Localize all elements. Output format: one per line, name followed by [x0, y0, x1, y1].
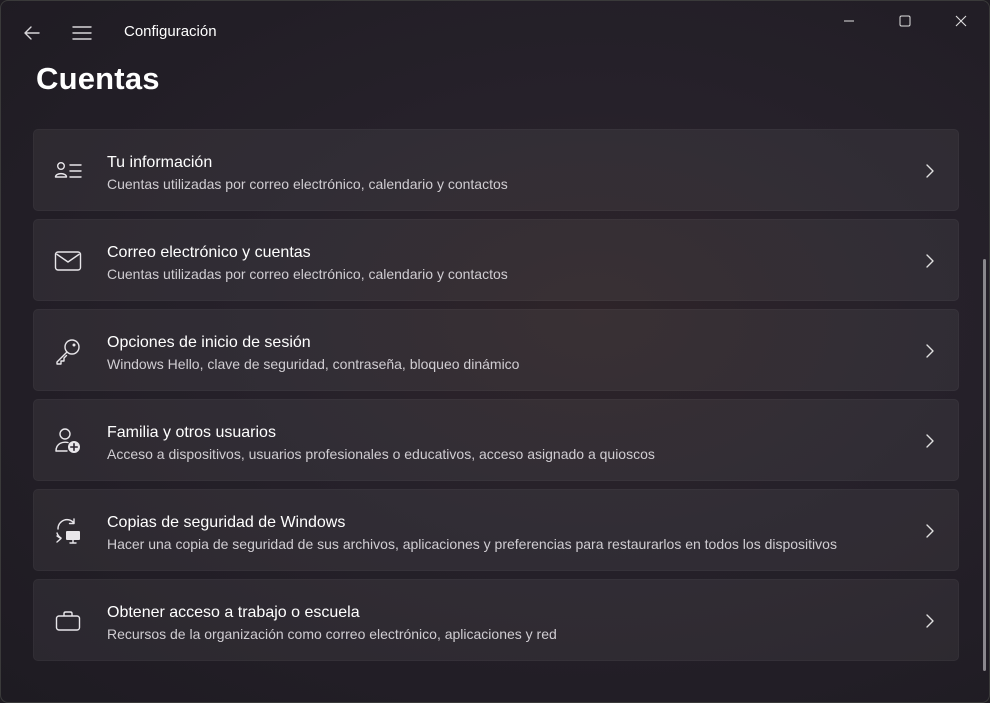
settings-item-title: Familia y otros usuarios [107, 424, 276, 441]
user-info-icon [54, 157, 82, 185]
maximize-icon [899, 15, 911, 27]
settings-item-title: Copias de seguridad de Windows [107, 514, 346, 531]
settings-item-description: Windows Hello, clave de seguridad, contr… [107, 356, 520, 372]
settings-item-correo-electronico[interactable]: Correo electrónico y cuentas Cuentas uti… [33, 219, 959, 301]
settings-window: Configuración Cuentas Tu información Cue… [0, 0, 990, 703]
close-button[interactable] [933, 1, 989, 41]
briefcase-icon [54, 607, 82, 635]
settings-item-copias-seguridad[interactable]: Copias de seguridad de Windows Hacer una… [33, 489, 959, 571]
chevron-right-icon [922, 252, 938, 270]
add-person-icon [54, 427, 82, 455]
settings-item-description: Acceso a dispositivos, usuarios profesio… [107, 446, 655, 462]
chevron-right-icon [922, 342, 938, 360]
settings-item-inicio-sesion[interactable]: Opciones de inicio de sesión Windows Hel… [33, 309, 959, 391]
settings-item-description: Recursos de la organización como correo … [107, 626, 557, 642]
close-icon [955, 15, 967, 27]
chevron-right-icon [922, 162, 938, 180]
title-bar: Configuración [1, 1, 989, 63]
chevron-right-icon [922, 612, 938, 630]
mail-icon [54, 247, 82, 275]
minimize-icon [844, 20, 854, 22]
maximize-button[interactable] [877, 1, 933, 41]
chevron-right-icon [922, 432, 938, 450]
settings-list: Tu información Cuentas utilizadas por co… [33, 129, 959, 669]
minimize-button[interactable] [821, 1, 877, 41]
settings-item-tu-informacion[interactable]: Tu información Cuentas utilizadas por co… [33, 129, 959, 211]
key-icon [54, 337, 82, 365]
app-title: Configuración [124, 23, 217, 40]
backup-sync-icon [54, 517, 82, 545]
settings-item-description: Cuentas utilizadas por correo electrónic… [107, 266, 508, 282]
settings-item-title: Correo electrónico y cuentas [107, 244, 311, 261]
settings-item-title: Tu información [107, 154, 213, 171]
settings-item-title: Obtener acceso a trabajo o escuela [107, 604, 360, 621]
vertical-scrollbar[interactable] [983, 259, 986, 671]
settings-item-familia[interactable]: Familia y otros usuarios Acceso a dispos… [33, 399, 959, 481]
settings-item-trabajo-escuela[interactable]: Obtener acceso a trabajo o escuela Recur… [33, 579, 959, 661]
settings-item-description: Hacer una copia de seguridad de sus arch… [107, 536, 837, 552]
page-title: Cuentas [36, 61, 160, 96]
settings-item-title: Opciones de inicio de sesión [107, 334, 311, 351]
settings-item-description: Cuentas utilizadas por correo electrónic… [107, 176, 508, 192]
chevron-right-icon [922, 522, 938, 540]
hamburger-menu-icon[interactable] [67, 19, 97, 47]
back-arrow-icon[interactable] [17, 19, 47, 47]
